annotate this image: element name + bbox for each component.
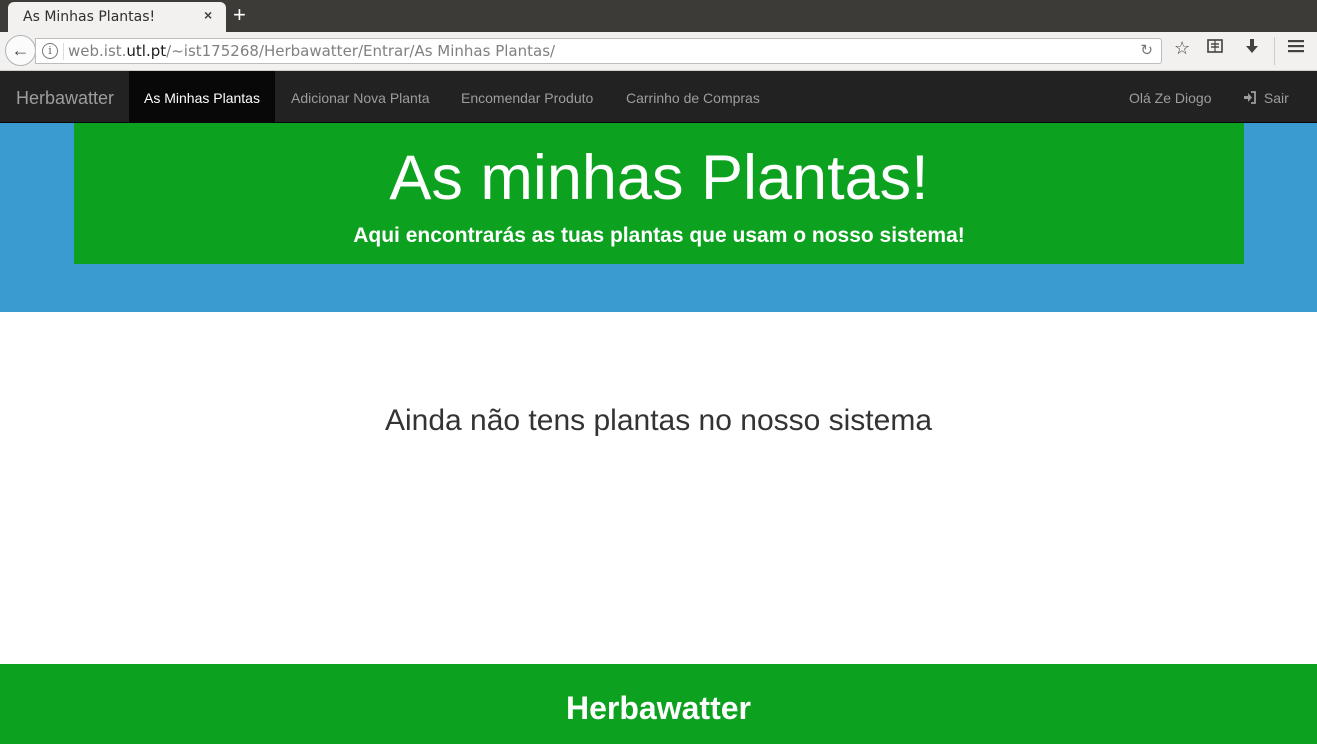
new-tab-icon[interactable]: +: [233, 3, 246, 27]
footer: Herbawatter: [0, 664, 1317, 744]
url-path: /~ist175268/Herbawatter/Entrar/As Minhas…: [166, 42, 556, 60]
user-greeting[interactable]: Olá Ze Diogo: [1114, 71, 1226, 122]
url-prefix: web.ist.: [68, 42, 127, 60]
nav-item-adicionar-nova-planta[interactable]: Adicionar Nova Planta: [276, 71, 445, 122]
nav-item-as-minhas-plantas[interactable]: As Minhas Plantas: [129, 71, 275, 122]
url-domain: utl.pt: [126, 42, 167, 60]
nav-item-encomendar-produto[interactable]: Encomendar Produto: [446, 71, 608, 122]
url-separator: [63, 43, 64, 60]
url-bar[interactable]: i web.ist.utl.pt/~ist175268/Herbawatter/…: [35, 38, 1162, 64]
navbar-brand[interactable]: Herbawatter: [16, 88, 114, 109]
download-icon[interactable]: [1244, 38, 1260, 59]
browser-tab[interactable]: As Minhas Plantas! ×: [8, 2, 226, 32]
footer-title: Herbawatter: [566, 690, 751, 726]
page-header: As minhas Plantas! Aqui encontrarás as t…: [74, 123, 1244, 264]
tab-close-icon[interactable]: ×: [204, 7, 212, 23]
page-title: As minhas Plantas!: [389, 143, 929, 213]
logout-link[interactable]: Sair: [1228, 71, 1304, 122]
logout-label: Sair: [1263, 90, 1289, 106]
toolbar-separator: [1274, 37, 1275, 65]
site-navbar: Herbawatter As Minhas Plantas Adicionar …: [0, 71, 1317, 123]
tab-title: As Minhas Plantas!: [23, 9, 156, 25]
back-arrow-icon[interactable]: ←: [5, 35, 36, 66]
nav-item-carrinho-de-compras[interactable]: Carrinho de Compras: [611, 71, 775, 122]
bookmark-star-icon[interactable]: ☆: [1174, 38, 1190, 59]
menu-icon[interactable]: [1287, 38, 1305, 59]
reading-list-icon[interactable]: [1207, 38, 1223, 59]
log-in-icon: [1243, 90, 1261, 106]
reload-icon[interactable]: ↻: [1140, 41, 1153, 59]
info-icon[interactable]: i: [42, 43, 58, 59]
browser-tab-strip: As Minhas Plantas! × +: [0, 0, 1317, 32]
browser-toolbar: ← i web.ist.utl.pt/~ist175268/Herbawatte…: [0, 32, 1317, 71]
empty-plants-message: Ainda não tens plantas no nosso sistema: [384, 404, 933, 437]
page-subtitle: Aqui encontrarás as tuas plantas que usa…: [353, 224, 965, 247]
url-text[interactable]: web.ist.utl.pt/~ist175268/Herbawatter/En…: [68, 42, 555, 60]
